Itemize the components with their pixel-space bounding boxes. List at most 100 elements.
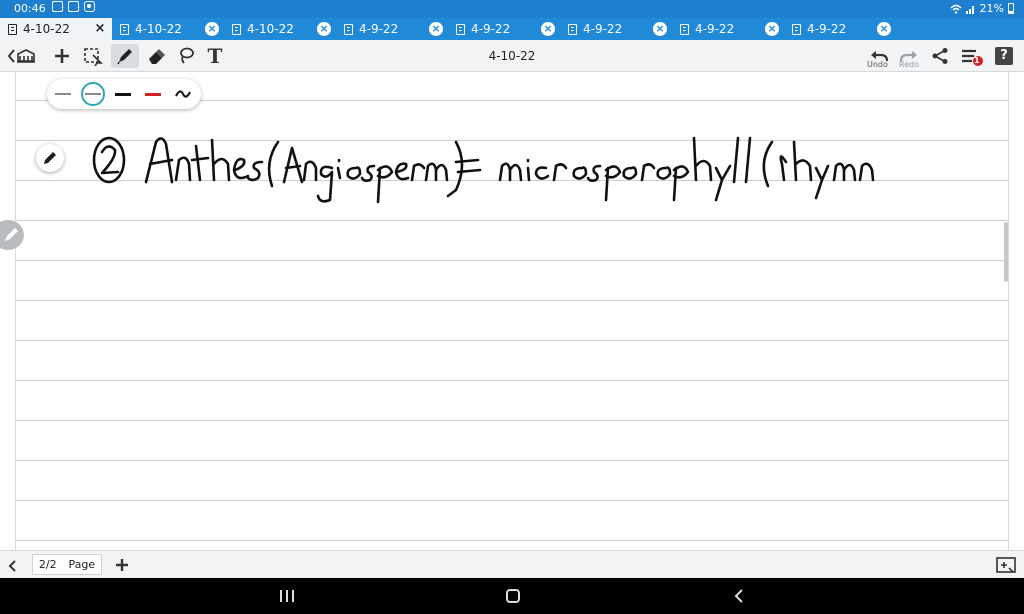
tab-label: 4-9-22 bbox=[583, 22, 623, 36]
notebook-icon bbox=[680, 23, 689, 35]
screenshot-icon bbox=[52, 1, 63, 12]
chevron-left-icon bbox=[8, 560, 16, 572]
tab-label: 4-9-22 bbox=[471, 22, 511, 36]
notification-badge: 1 bbox=[974, 56, 980, 65]
share-button[interactable] bbox=[928, 44, 952, 68]
recents-icon bbox=[292, 590, 294, 602]
page-scrollbar[interactable] bbox=[1004, 222, 1008, 282]
page-count: 2/2 bbox=[38, 558, 57, 571]
notebook-icon bbox=[8, 23, 17, 35]
swatch-mark bbox=[145, 92, 161, 96]
screenshot-icon bbox=[68, 1, 79, 12]
recents-icon bbox=[286, 590, 288, 602]
close-icon[interactable]: × bbox=[877, 22, 891, 36]
close-icon[interactable]: × bbox=[93, 22, 107, 36]
close-icon[interactable]: × bbox=[541, 22, 555, 36]
lasso-tool-button[interactable] bbox=[174, 44, 198, 68]
pen-tool-button[interactable] bbox=[111, 44, 139, 68]
tab-document[interactable]: 4-10-22 × bbox=[112, 18, 224, 40]
menu-icon bbox=[962, 49, 983, 66]
swatch-mark bbox=[55, 93, 71, 95]
status-bar: 00:46 21% bbox=[0, 0, 1024, 18]
pen-swatch[interactable] bbox=[141, 82, 165, 106]
plus-icon bbox=[116, 559, 128, 571]
page-indicator[interactable]: 2/2 Page bbox=[32, 554, 102, 575]
tab-label: 4-10-22 bbox=[23, 22, 70, 36]
close-icon[interactable]: × bbox=[765, 22, 779, 36]
tab-document[interactable]: 4-9-22 × bbox=[560, 18, 672, 40]
notebook-icon bbox=[232, 23, 241, 35]
zoom-fit-button[interactable] bbox=[994, 553, 1018, 577]
system-nav-bar bbox=[0, 578, 1024, 614]
text-tool-button[interactable]: T bbox=[203, 44, 227, 68]
recents-button[interactable] bbox=[280, 590, 294, 602]
back-library-icon bbox=[7, 49, 35, 63]
recents-icon bbox=[280, 590, 282, 602]
notebook-icon bbox=[456, 23, 465, 35]
notebook-page[interactable] bbox=[15, 72, 1009, 550]
notebook-icon bbox=[120, 23, 129, 35]
tab-bar: 4-10-22 × 4-10-22 × 4-10-22 × 4-9-22 × 4-9-2… bbox=[0, 18, 1024, 40]
eraser-icon bbox=[149, 49, 165, 64]
close-icon[interactable]: × bbox=[205, 22, 219, 36]
screen: 00:46 21% 4-10-22 × 4-10-22 × 4-10-22 × 4-9… bbox=[0, 0, 1024, 614]
add-button[interactable] bbox=[50, 44, 74, 68]
lasso-select-button[interactable] bbox=[80, 44, 106, 68]
status-right: 21% bbox=[950, 2, 1014, 15]
battery-level: 21% bbox=[979, 2, 1004, 15]
pen-swatch[interactable] bbox=[171, 82, 195, 106]
tab-label: 4-9-22 bbox=[807, 22, 847, 36]
pencil-icon bbox=[44, 152, 56, 164]
tab-label: 4-9-22 bbox=[695, 22, 735, 36]
back-library-button[interactable] bbox=[4, 44, 44, 68]
tab-document[interactable]: 4-9-22 × bbox=[336, 18, 448, 40]
wifi-icon bbox=[950, 4, 962, 14]
squiggle-icon bbox=[175, 90, 191, 98]
page-label: Page bbox=[68, 558, 96, 571]
tab-document[interactable]: 4-9-22 × bbox=[784, 18, 896, 40]
zoom-page-icon bbox=[996, 557, 1016, 573]
tab-document[interactable]: 4-10-22 × bbox=[0, 18, 112, 40]
notebook-icon bbox=[568, 23, 577, 35]
pen-swatch[interactable] bbox=[111, 82, 135, 106]
plus-icon bbox=[55, 49, 69, 63]
tab-document[interactable]: 4-10-22 × bbox=[224, 18, 336, 40]
page-bar: 2/2 Page bbox=[0, 550, 1024, 578]
close-icon[interactable]: × bbox=[317, 22, 331, 36]
notebook-icon bbox=[792, 23, 801, 35]
share-icon bbox=[932, 48, 948, 64]
eraser-tool-button[interactable] bbox=[143, 44, 169, 68]
pen-color-palette bbox=[47, 79, 201, 109]
battery-icon bbox=[1008, 3, 1014, 14]
status-time: 00:46 bbox=[14, 2, 46, 15]
tab-label: 4-10-22 bbox=[247, 22, 294, 36]
close-icon[interactable]: × bbox=[653, 22, 667, 36]
tab-document[interactable]: 4-9-22 × bbox=[448, 18, 560, 40]
help-button[interactable]: ? bbox=[992, 44, 1016, 68]
pen-swatch-selected[interactable] bbox=[81, 82, 105, 106]
add-page-button[interactable] bbox=[112, 553, 132, 577]
lasso-icon bbox=[180, 47, 194, 64]
tab-label: 4-10-22 bbox=[135, 22, 182, 36]
back-button[interactable] bbox=[733, 588, 745, 604]
record-icon bbox=[84, 1, 95, 12]
status-icons bbox=[52, 1, 95, 12]
handwriting-ink bbox=[92, 136, 875, 204]
home-button[interactable] bbox=[506, 589, 520, 603]
pen-icon bbox=[117, 49, 132, 65]
notebook-icon bbox=[344, 23, 353, 35]
pencil-icon bbox=[5, 228, 18, 241]
edit-button[interactable] bbox=[36, 144, 64, 172]
pen-swatch[interactable] bbox=[51, 82, 75, 106]
select-icon bbox=[84, 48, 103, 66]
help-icon: ? bbox=[995, 47, 1013, 65]
tab-label: 4-9-22 bbox=[359, 22, 399, 36]
swatch-mark bbox=[115, 92, 131, 96]
menu-button[interactable]: 1 bbox=[958, 44, 986, 68]
prev-page-button[interactable] bbox=[4, 554, 22, 578]
redo-label: Redo bbox=[899, 60, 920, 69]
swatch-mark bbox=[85, 93, 101, 95]
close-icon[interactable]: × bbox=[429, 22, 443, 36]
tab-document[interactable]: 4-9-22 × bbox=[672, 18, 784, 40]
undo-label: Undo bbox=[867, 60, 888, 69]
